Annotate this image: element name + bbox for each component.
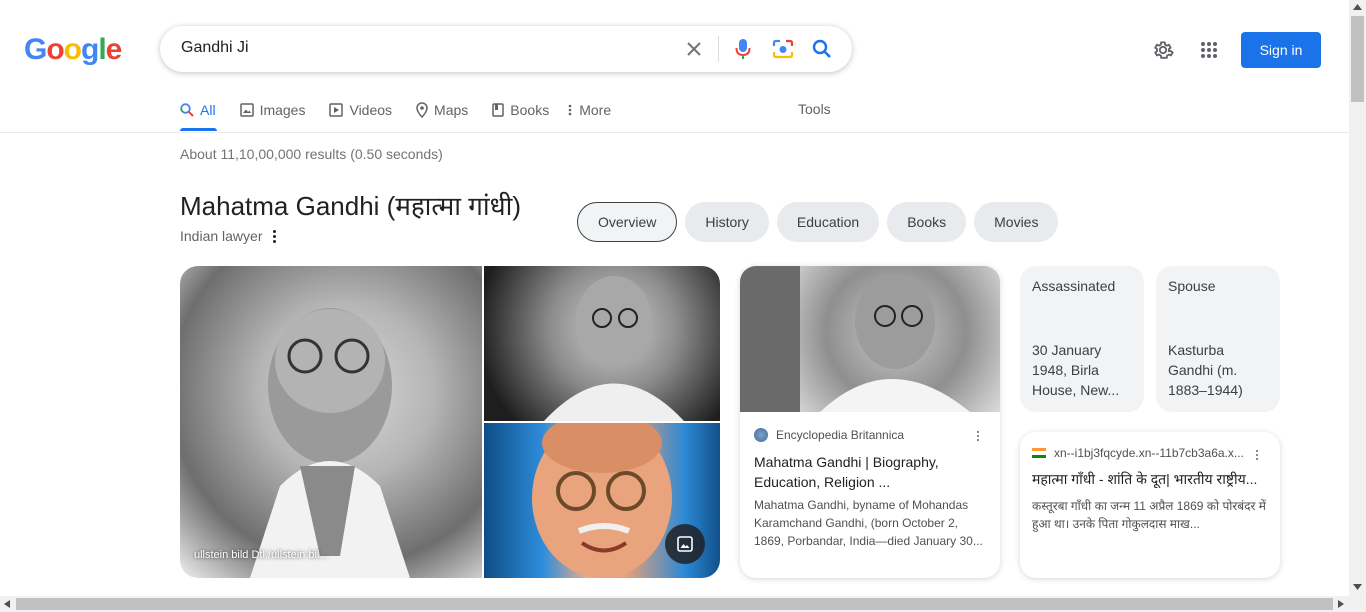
scroll-down-arrow-icon[interactable] — [1353, 584, 1362, 590]
search-box[interactable]: Gandhi Ji — [160, 26, 852, 72]
fact-label: Spouse — [1168, 278, 1216, 294]
britannica-title[interactable]: Mahatma Gandhi | Biography, Education, R… — [754, 452, 986, 492]
knowledge-panel-title: Mahatma Gandhi (महात्मा गांधी) — [180, 191, 521, 221]
google-logo[interactable]: Google — [24, 33, 123, 67]
logo-letter: g — [81, 33, 99, 66]
knowledge-panel-subtitle: Indian lawyer — [180, 228, 276, 244]
vertical-scrollbar[interactable] — [1349, 0, 1366, 596]
scroll-left-arrow-icon[interactable] — [4, 600, 10, 608]
map-pin-icon — [416, 102, 428, 118]
logo-letter: o — [63, 33, 82, 66]
globe-favicon-icon — [754, 428, 768, 442]
image-caption: ullstein bild Dtl./ullstein bil... — [194, 549, 329, 561]
gandhi-photo-smiling[interactable] — [484, 266, 720, 421]
tab-label: Videos — [349, 102, 393, 118]
portrait-sketch — [250, 308, 410, 578]
results-stats: About 11,10,00,000 results (0.50 seconds… — [180, 146, 443, 162]
tab-books[interactable]: Books — [492, 100, 549, 120]
settings-gear-icon[interactable] — [1145, 32, 1181, 68]
image-search-icon[interactable] — [665, 524, 705, 564]
more-options-icon[interactable] — [977, 431, 979, 441]
britannica-snippet: Mahatma Gandhi, byname of Mohandas Karam… — [754, 498, 983, 548]
more-vert-icon — [568, 104, 572, 116]
source-url: xn--i1bj3fqcyde.xn--11b7cb3a6a.x... — [1054, 446, 1244, 460]
logo-letter: o — [46, 33, 64, 66]
logo-letter: l — [98, 33, 106, 66]
fact-card-spouse[interactable]: Spouse Kasturba Gandhi (m. 1883–1944) — [1156, 266, 1280, 412]
search-tabs: All Images Videos Maps Books More — [180, 100, 635, 120]
logo-letter: G — [24, 33, 47, 66]
fact-label: Assassinated — [1032, 278, 1116, 294]
tab-maps[interactable]: Maps — [416, 100, 468, 120]
hindi-result-title[interactable]: महात्मा गाँधी - शांति के दूत| भारतीय राष… — [1032, 470, 1268, 489]
tab-label: Books — [510, 102, 550, 118]
vertical-scroll-thumb[interactable] — [1351, 16, 1364, 102]
book-icon — [492, 103, 505, 117]
horizontal-scrollbar[interactable] — [0, 596, 1366, 612]
tab-videos[interactable]: Videos — [329, 100, 392, 120]
active-tab-indicator — [180, 128, 217, 131]
more-options-icon[interactable] — [272, 229, 276, 243]
chip-books[interactable]: Books — [887, 202, 967, 242]
play-icon — [329, 103, 344, 117]
tab-label: More — [579, 102, 612, 118]
tab-all[interactable]: All — [180, 100, 216, 120]
header: Google Gandhi Ji Sign in All Images Vide… — [0, 0, 1349, 133]
scroll-right-arrow-icon[interactable] — [1338, 600, 1344, 608]
tab-more[interactable]: More — [567, 100, 611, 120]
logo-letter: e — [105, 33, 123, 66]
sign-in-button[interactable]: Sign in — [1241, 32, 1321, 68]
chip-movies[interactable]: Movies — [974, 202, 1059, 242]
tab-label: All — [200, 102, 216, 118]
image-icon — [239, 103, 254, 117]
tools-button[interactable]: Tools — [798, 101, 831, 117]
gandhi-photo-main[interactable]: ullstein bild Dtl./ullstein bil... — [180, 266, 482, 578]
microphone-icon[interactable] — [731, 37, 755, 61]
horizontal-scroll-thumb[interactable] — [16, 598, 1333, 610]
fact-value: Kasturba Gandhi (m. 1883–1944) — [1168, 342, 1243, 398]
india-flag-icon — [1032, 448, 1046, 458]
scroll-up-arrow-icon[interactable] — [1353, 4, 1362, 10]
search-icon — [180, 103, 194, 117]
clear-icon[interactable] — [682, 37, 706, 61]
portrait-sketch — [544, 276, 684, 421]
britannica-card[interactable]: Encyclopedia Britannica Mahatma Gandhi |… — [740, 266, 1000, 578]
portrait-sketch — [740, 266, 970, 412]
search-input[interactable]: Gandhi Ji — [181, 39, 249, 57]
tab-images[interactable]: Images — [239, 100, 306, 120]
hindi-result-snippet: कस्तूरबा गाँधी का जन्म 11 अप्रैल 1869 को… — [1032, 499, 1266, 531]
fact-value: 30 January 1948, Birla House, New... — [1032, 342, 1120, 398]
tab-label: Maps — [434, 102, 469, 118]
image-collage: ullstein bild Dtl./ullstein bil... — [180, 266, 720, 578]
camera-lens-icon[interactable] — [771, 37, 795, 61]
britannica-thumbnail — [740, 266, 1000, 412]
fact-card-assassinated[interactable]: Assassinated 30 January 1948, Birla Hous… — [1020, 266, 1144, 412]
source-name: Encyclopedia Britannica — [776, 428, 905, 442]
chip-history[interactable]: History — [685, 202, 769, 242]
chip-education[interactable]: Education — [776, 202, 880, 242]
britannica-source[interactable]: Encyclopedia Britannica — [754, 428, 904, 442]
more-options-icon[interactable] — [1256, 450, 1258, 460]
tab-label: Images — [259, 102, 306, 118]
chip-overview[interactable]: Overview — [577, 202, 678, 242]
search-divider — [718, 36, 719, 62]
search-icon[interactable] — [810, 37, 834, 61]
hindi-source[interactable]: xn--i1bj3fqcyde.xn--11b7cb3a6a.x... — [1032, 446, 1268, 460]
hindi-result-card[interactable]: xn--i1bj3fqcyde.xn--11b7cb3a6a.x... महात… — [1020, 432, 1280, 578]
topic-chips: Overview History Education Books Movies — [577, 202, 1059, 242]
subtitle-text: Indian lawyer — [180, 228, 263, 244]
apps-grid-icon[interactable] — [1191, 32, 1227, 68]
